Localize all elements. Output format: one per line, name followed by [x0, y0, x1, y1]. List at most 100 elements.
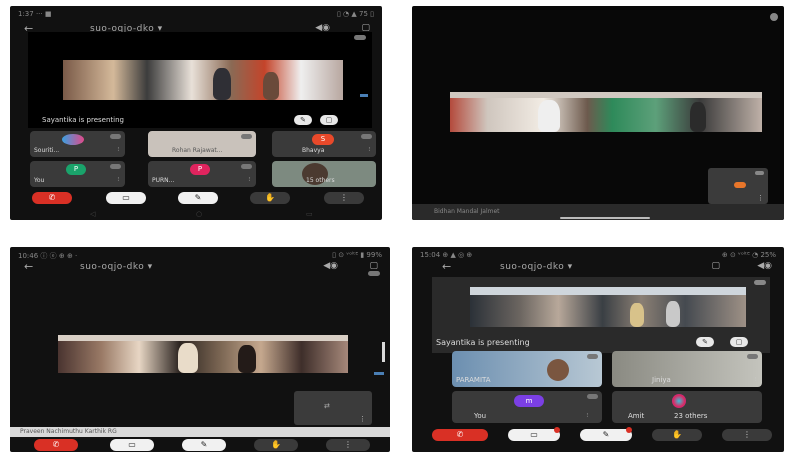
self-view-options-icon[interactable]: ⇄: [324, 402, 330, 410]
participant-tile[interactable]: m You ⫶: [452, 391, 602, 423]
fullscreen-icon[interactable]: ▢: [320, 115, 338, 125]
end-call-button[interactable]: ✆: [32, 192, 72, 204]
status-left: 15:04 ⊕ ▲ ◎ ⊕: [420, 251, 473, 259]
status-right: ▯ ⊙ ᵛᵒˡᵗᴱ ▮ 99%: [332, 251, 382, 259]
person-figure: [178, 343, 198, 373]
video-top-bar: [450, 92, 762, 98]
person-figure: [538, 100, 560, 132]
fullscreen-icon[interactable]: ▢: [730, 337, 748, 347]
presenting-banner: Sayantika is presenting: [42, 116, 124, 124]
participant-avatar: S: [312, 134, 334, 145]
person-figure: [213, 68, 231, 100]
more-options-icon[interactable]: ⫶: [117, 146, 119, 154]
person-figure: [263, 72, 279, 100]
speaker-icon[interactable]: ◀◉: [757, 261, 772, 271]
more-options-icon[interactable]: ⫶: [248, 176, 250, 184]
more-options-button[interactable]: ⋮: [326, 439, 370, 451]
participant-avatar: m: [514, 395, 544, 407]
status-bar: 1:37 ··· ■ ▯ ◔ ▲ 75 ▯: [10, 6, 382, 22]
audio-indicator: [587, 354, 598, 359]
participant-avatar: P: [66, 164, 86, 175]
audio-indicator: [361, 134, 372, 139]
participant-tile[interactable]: S Bhavya ⫶: [272, 131, 376, 157]
participant-tile[interactable]: Rohan Rajawat...: [148, 131, 256, 157]
mic-button[interactable]: ✎: [182, 439, 226, 451]
screenshot-panel-1: 1:37 ··· ■ ▯ ◔ ▲ 75 ▯ ← suo-oqjo-dko ▾ ◀…: [10, 6, 382, 220]
back-arrow-icon[interactable]: ←: [24, 260, 33, 273]
nav-recents-icon[interactable]: ▭: [306, 210, 313, 218]
end-call-button[interactable]: ✆: [34, 439, 78, 451]
person-figure: [630, 303, 644, 327]
screenshot-panel-3: 10:46 ⓘ ⓔ ⊕ ⊕ · ▯ ⊙ ᵛᵒˡᵗᴱ ▮ 99% ← suo-oq…: [10, 247, 390, 452]
presentation-stage: [28, 32, 372, 128]
participant-tile[interactable]: P You ⫶: [30, 161, 125, 187]
meeting-code[interactable]: suo-oqjo-dko ▾: [80, 262, 153, 272]
presented-video: [63, 60, 343, 100]
participant-avatar: [62, 134, 84, 145]
audio-indicator: [587, 394, 598, 399]
audio-indicator: [747, 354, 758, 359]
more-options-button[interactable]: ⋮: [722, 429, 772, 441]
participant-tile[interactable]: Jiniya ⫶: [612, 351, 762, 387]
raise-hand-button[interactable]: ✋: [250, 192, 290, 204]
more-options-icon[interactable]: ⫶: [117, 176, 119, 184]
status-left: 1:37 ··· ■: [18, 10, 52, 18]
stage-scroll-indicator: [360, 94, 368, 97]
presented-video: [470, 287, 746, 327]
self-view-tile[interactable]: ⇄ ⋮: [294, 391, 372, 425]
others-count: 23 others: [674, 412, 708, 420]
more-options-icon[interactable]: ⫶: [754, 376, 756, 384]
pin-icon[interactable]: ✎: [294, 115, 312, 125]
participant-avatar: [672, 394, 686, 408]
participant-tile[interactable]: Amit 23 others: [612, 391, 762, 423]
switch-camera-icon[interactable]: ▢: [369, 261, 378, 271]
person-figure: [690, 102, 706, 132]
more-options-button[interactable]: ⋮: [324, 192, 364, 204]
raise-hand-button[interactable]: ✋: [254, 439, 298, 451]
participant-tile[interactable]: 15 others: [272, 161, 376, 187]
meeting-header: ← suo-oqjo-dko ▾ ◀◉ ▢: [10, 259, 390, 277]
camera-button[interactable]: ▭: [508, 429, 560, 441]
self-view-more-icon[interactable]: ⋮: [757, 194, 764, 202]
audio-indicator: [241, 134, 252, 139]
audio-indicator: [110, 164, 121, 169]
audio-indicator: [110, 134, 121, 139]
person-figure: [666, 301, 680, 327]
self-view-more-icon[interactable]: ⋮: [359, 415, 366, 423]
participant-avatar: P: [190, 164, 210, 175]
camera-button[interactable]: ▭: [106, 192, 146, 204]
more-options-icon[interactable]: ⫶: [368, 146, 370, 154]
participant-tile[interactable]: Souriti... ⫶: [30, 131, 125, 157]
participant-tile[interactable]: P PURN... ⫶: [148, 161, 256, 187]
raise-hand-button[interactable]: ✋: [652, 429, 702, 441]
status-right: ▯ ◔ ▲ 75 ▯: [336, 10, 374, 18]
mic-button[interactable]: ✎: [580, 429, 632, 441]
camera-button[interactable]: ▭: [110, 439, 154, 451]
speaker-icon[interactable]: ◀◉: [323, 261, 338, 271]
person-figure: [238, 345, 256, 373]
participant-name: Amit: [628, 412, 645, 420]
back-arrow-icon[interactable]: ←: [442, 260, 451, 273]
audio-indicator: [755, 171, 764, 175]
corner-pill: [770, 13, 778, 21]
meeting-code[interactable]: suo-oqjo-dko ▾: [500, 262, 573, 272]
participant-face: [547, 359, 569, 381]
self-avatar: [734, 182, 746, 188]
participant-name: PARAMITA: [456, 376, 491, 384]
participant-name: Bhavya: [302, 147, 325, 154]
nav-home-icon[interactable]: ○: [196, 210, 202, 218]
participant-name: PURN...: [152, 177, 175, 184]
stage-scroll-indicator: [374, 372, 384, 375]
switch-camera-icon[interactable]: ▢: [711, 261, 720, 271]
participant-tile[interactable]: PARAMITA: [452, 351, 602, 387]
side-scrollbar[interactable]: [382, 342, 385, 362]
speaker-name: Bidhan Mandal Jalmet: [434, 208, 500, 215]
more-options-icon[interactable]: ⫶: [586, 412, 588, 420]
mic-button[interactable]: ✎: [178, 192, 218, 204]
stage-corner-pill: [354, 35, 366, 40]
nav-back-icon[interactable]: ◁: [90, 210, 95, 218]
end-call-button[interactable]: ✆: [432, 429, 488, 441]
participant-name: Souriti...: [34, 147, 60, 154]
self-view-tile[interactable]: ⋮: [708, 168, 768, 204]
pin-icon[interactable]: ✎: [696, 337, 714, 347]
